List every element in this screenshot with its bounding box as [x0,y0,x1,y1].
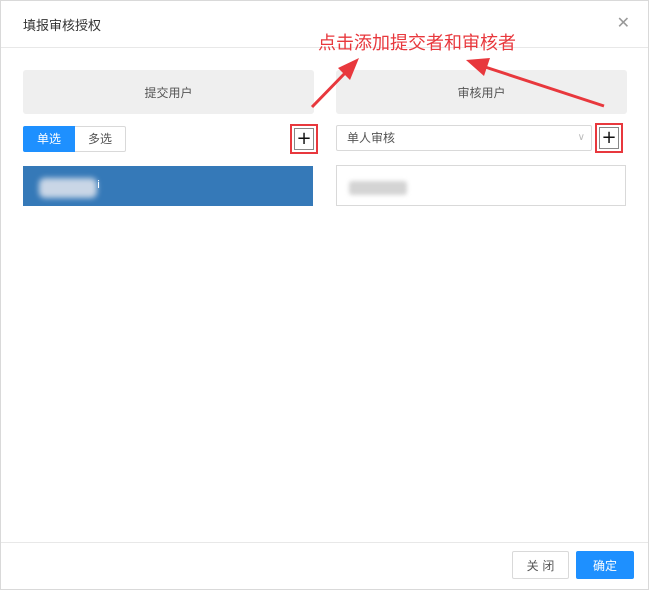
review-users-header: 审核用户 [336,70,627,114]
close-button[interactable]: 关 闭 [512,551,569,579]
plus-icon: + [294,128,314,150]
add-submitter-button[interactable]: + [290,124,318,154]
review-mode-value: 单人审核 [347,131,396,145]
annotation-text: 点击添加提交者和审核者 [318,33,516,54]
list-item-text: i [97,178,101,191]
redacted-name [39,178,97,198]
submit-users-header: 提交用户 [23,70,314,114]
plus-icon: + [599,127,619,149]
dialog-title: 填报审核授权 [23,19,102,34]
redacted-name [349,181,407,195]
submitter-list-item-selected[interactable]: i [23,166,313,206]
authorization-dialog: 填报审核授权 ✕ 提交用户 审核用户 单选 多选 + 单人审核 ∨ + i [0,0,649,590]
single-select-button[interactable]: 单选 [23,126,76,152]
confirm-button[interactable]: 确定 [576,551,634,579]
chevron-down-icon: ∨ [577,132,585,143]
multi-select-button[interactable]: 多选 [75,126,127,152]
reviewer-list-item[interactable] [336,165,626,206]
review-mode-select[interactable]: 单人审核 ∨ [336,125,592,151]
add-reviewer-button[interactable]: + [595,123,623,153]
close-icon[interactable]: ✕ [617,13,630,32]
selection-mode-segment: 单选 多选 [23,126,127,152]
